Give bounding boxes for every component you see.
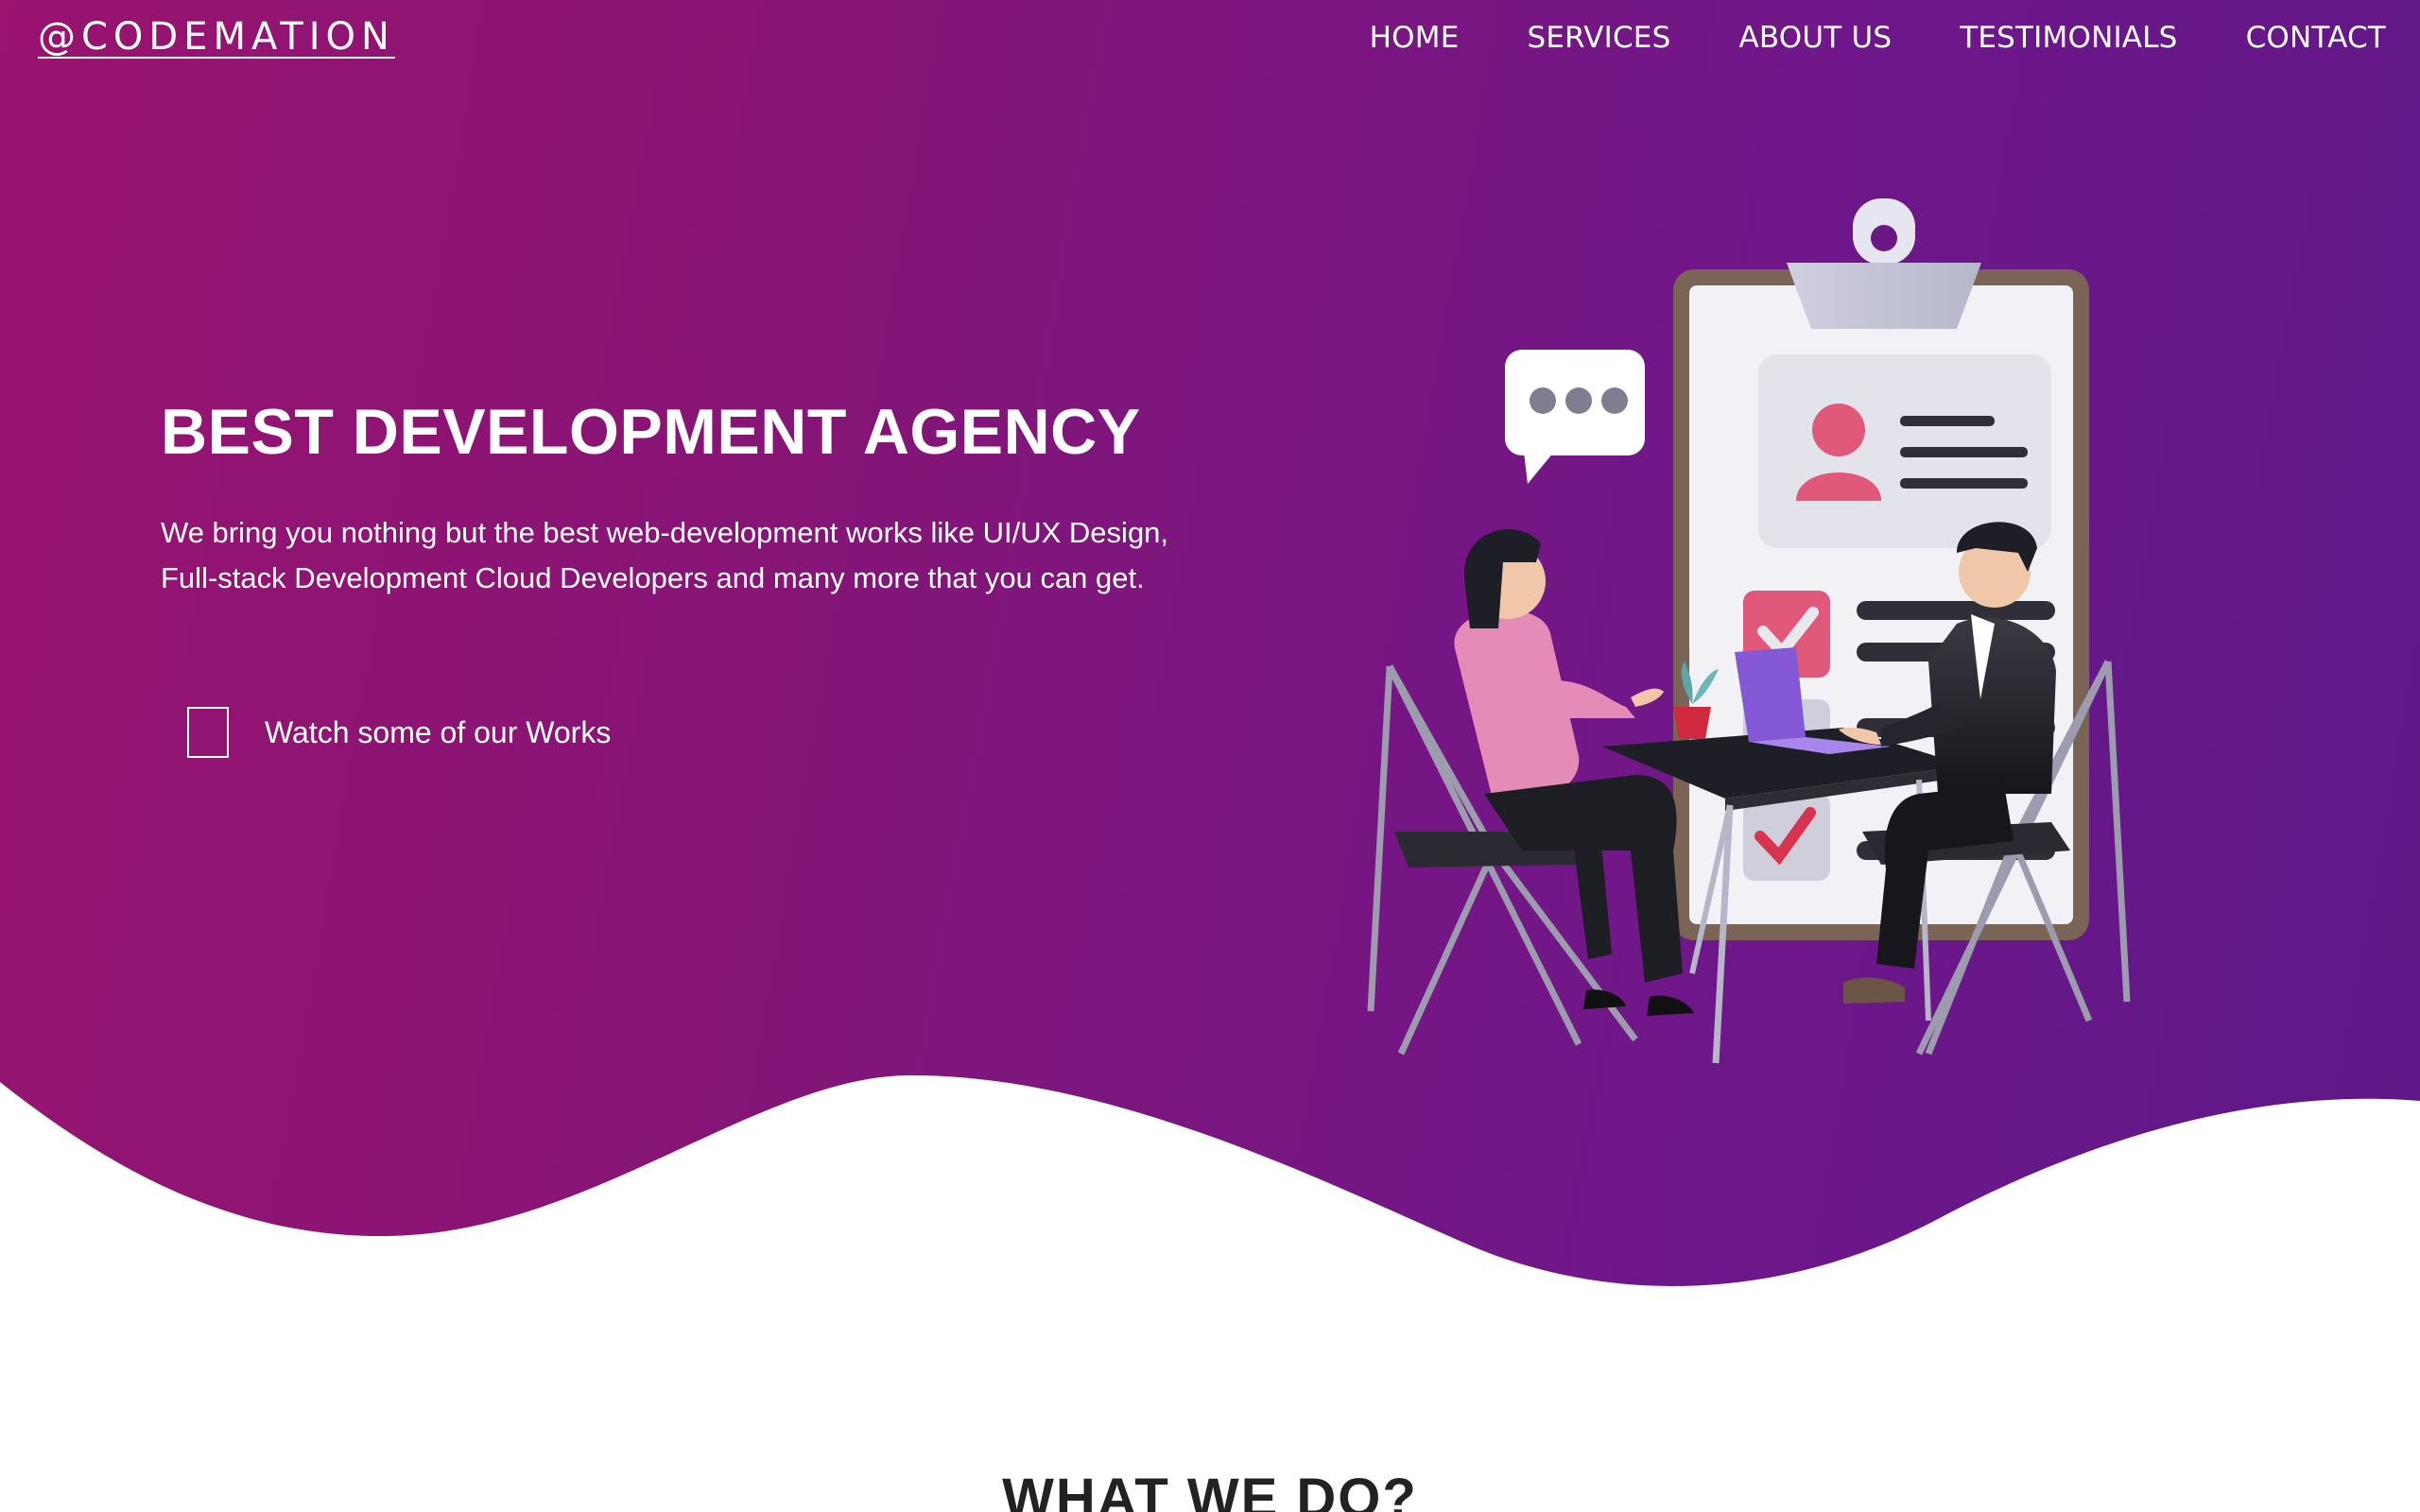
main-nav: HOME SERVICES ABOUT US TESTIMONIALS CONT… bbox=[1370, 21, 2386, 55]
page: @CODEMATION HOME SERVICES ABOUT US TESTI… bbox=[0, 0, 2420, 1512]
watch-works-button[interactable]: Watch some of our Works bbox=[187, 707, 611, 758]
hero-title: BEST DEVELOPMENT AGENCY bbox=[161, 396, 1141, 468]
cta-icon-box bbox=[187, 707, 229, 758]
hero-section: @CODEMATION HOME SERVICES ABOUT US TESTI… bbox=[0, 0, 2420, 1314]
cta-label: Watch some of our Works bbox=[265, 714, 612, 749]
nav-services[interactable]: SERVICES bbox=[1528, 21, 1671, 55]
user-card-icon bbox=[1758, 354, 2051, 548]
logo[interactable]: @CODEMATION bbox=[38, 15, 395, 59]
what-we-do-title: WHAT WE DO? bbox=[1002, 1468, 1418, 1512]
woman-figure bbox=[1454, 529, 1694, 1016]
nav-contact[interactable]: CONTACT bbox=[2246, 21, 2386, 55]
hero-description: We bring you nothing but the best web-de… bbox=[161, 516, 1169, 594]
nav-about-us[interactable]: ABOUT US bbox=[1738, 21, 1892, 55]
chat-bubble-icon bbox=[1505, 350, 1645, 484]
nav-home[interactable]: HOME bbox=[1370, 21, 1460, 55]
hero-illustration bbox=[1367, 198, 2131, 1064]
nav-testimonials[interactable]: TESTIMONIALS bbox=[1960, 21, 2177, 55]
